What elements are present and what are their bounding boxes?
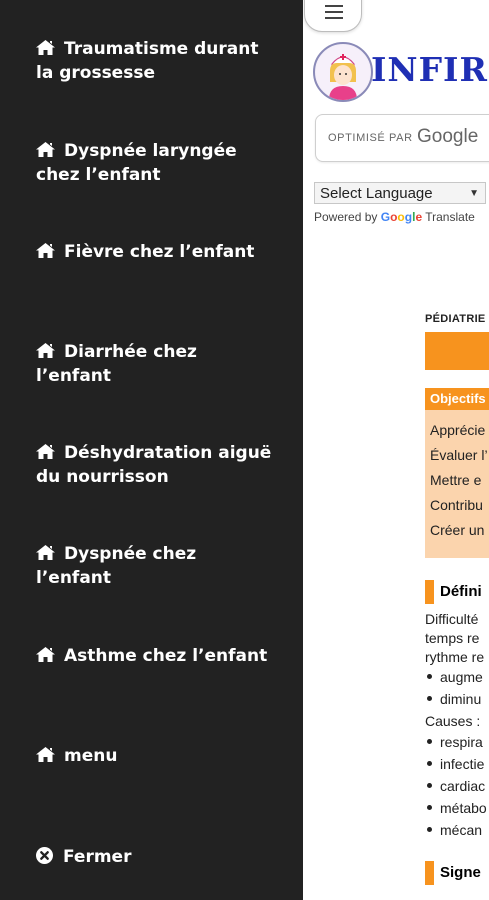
powered-by-google-translate: Powered by Google Translate: [314, 210, 475, 224]
nurse-logo: [313, 42, 373, 102]
dropdown-arrow-icon: ▼: [469, 188, 479, 199]
google-logo: Google: [380, 210, 423, 224]
sidebar-item-traumatisme[interactable]: Traumatisme durant la grossesse: [36, 37, 276, 85]
category-label: PÉDIATRIE: [425, 313, 486, 325]
sidebar-item-label-line2: du nourrisson: [36, 467, 169, 487]
sidebar-item-label: Dyspnée chez l’enfant: [36, 544, 197, 588]
sidebar-item-dyspnee[interactable]: Dyspnée chez l’enfant: [36, 542, 276, 590]
list-item: respira: [427, 733, 483, 751]
sidebar-item-menu[interactable]: menu: [36, 744, 276, 768]
sidebar-item-label: Fièvre chez l’enfant: [64, 242, 255, 262]
home-icon: [36, 444, 55, 459]
sidebar-item-label-line2: chez l’enfant: [36, 165, 161, 185]
close-circle-icon: [36, 847, 53, 864]
sidebar-item-label: Dyspnée laryngée: [64, 141, 237, 161]
search-optimized-label: OPTIMISÉ PAR: [328, 132, 413, 144]
page-content: INFIRM OPTIMISÉ PAR Google Select Langua…: [303, 0, 489, 900]
objectives-box: Objectifs Apprécie Évaluer l’ Mettre e C…: [425, 388, 489, 558]
menu-line: [325, 11, 343, 13]
list-item: augme: [427, 668, 483, 686]
home-icon: [36, 647, 55, 662]
home-icon: [36, 343, 55, 358]
menu-line: [325, 17, 343, 19]
sidebar-item-deshydratation[interactable]: Déshydratation aiguë du nourrisson: [36, 441, 276, 489]
objective-line: Contribu: [430, 497, 483, 513]
sidebar-item-asthme[interactable]: Asthme chez l’enfant: [36, 644, 276, 668]
menu-line: [325, 5, 343, 7]
signs-heading: Signe: [425, 861, 489, 885]
list-item: infectie: [427, 755, 484, 773]
home-icon: [36, 142, 55, 157]
list-item: cardiac: [427, 777, 485, 795]
definition-heading: Défini: [425, 580, 489, 604]
navigation-drawer: Traumatisme durant la grossesse Dyspnée l…: [0, 0, 303, 900]
list-item: mécan: [427, 821, 482, 839]
definition-heading-text: Défini: [440, 583, 482, 600]
hamburger-menu-button[interactable]: [304, 0, 362, 32]
language-select[interactable]: Select Language ▼: [314, 182, 486, 204]
language-select-value: Select Language: [320, 185, 433, 202]
article-title-banner: [425, 332, 489, 370]
causes-label: Causes :: [425, 713, 481, 729]
sidebar-item-fievre[interactable]: Fièvre chez l’enfant: [36, 240, 276, 264]
definition-text: Difficulté: [425, 611, 479, 627]
definition-text: temps re: [425, 630, 480, 646]
signs-heading-text: Signe: [440, 864, 481, 881]
close-menu-button[interactable]: Fermer: [36, 845, 276, 869]
sidebar-item-label-line2: la grossesse: [36, 63, 155, 83]
home-icon: [36, 545, 55, 560]
sidebar-item-label: Diarrhée chez l’enfant: [36, 342, 197, 386]
objective-line: Apprécie: [430, 422, 486, 438]
sidebar-item-label: Traumatisme durant: [64, 39, 259, 59]
home-icon: [36, 747, 55, 762]
sidebar-item-label: menu: [64, 746, 118, 766]
objective-line: Créer un: [430, 522, 485, 538]
sidebar-item-dyspnee-laryngee[interactable]: Dyspnée laryngée chez l’enfant: [36, 139, 276, 187]
google-logo-text: Google: [417, 126, 479, 147]
objective-line: Évaluer l’: [430, 447, 488, 463]
definition-text: rythme re: [425, 649, 485, 665]
sidebar-item-label: Asthme chez l’enfant: [64, 646, 268, 666]
heading-marker: [425, 861, 434, 885]
objectives-heading: Objectifs: [425, 388, 489, 410]
powered-by-label: Powered by: [314, 210, 378, 224]
list-item: diminu: [427, 690, 481, 708]
site-title[interactable]: INFIRM: [371, 50, 489, 89]
home-icon: [36, 243, 55, 258]
objective-line: Mettre e: [430, 472, 482, 488]
close-label: Fermer: [63, 847, 132, 867]
list-item: métabo: [427, 799, 487, 817]
home-icon: [36, 40, 55, 55]
translate-link[interactable]: Translate: [425, 210, 475, 224]
sidebar-item-label: Déshydratation aiguë: [64, 443, 272, 463]
sidebar-item-diarrhee[interactable]: Diarrhée chez l’enfant: [36, 340, 276, 388]
heading-marker: [425, 580, 434, 604]
google-search-box[interactable]: OPTIMISÉ PAR Google: [315, 114, 489, 162]
